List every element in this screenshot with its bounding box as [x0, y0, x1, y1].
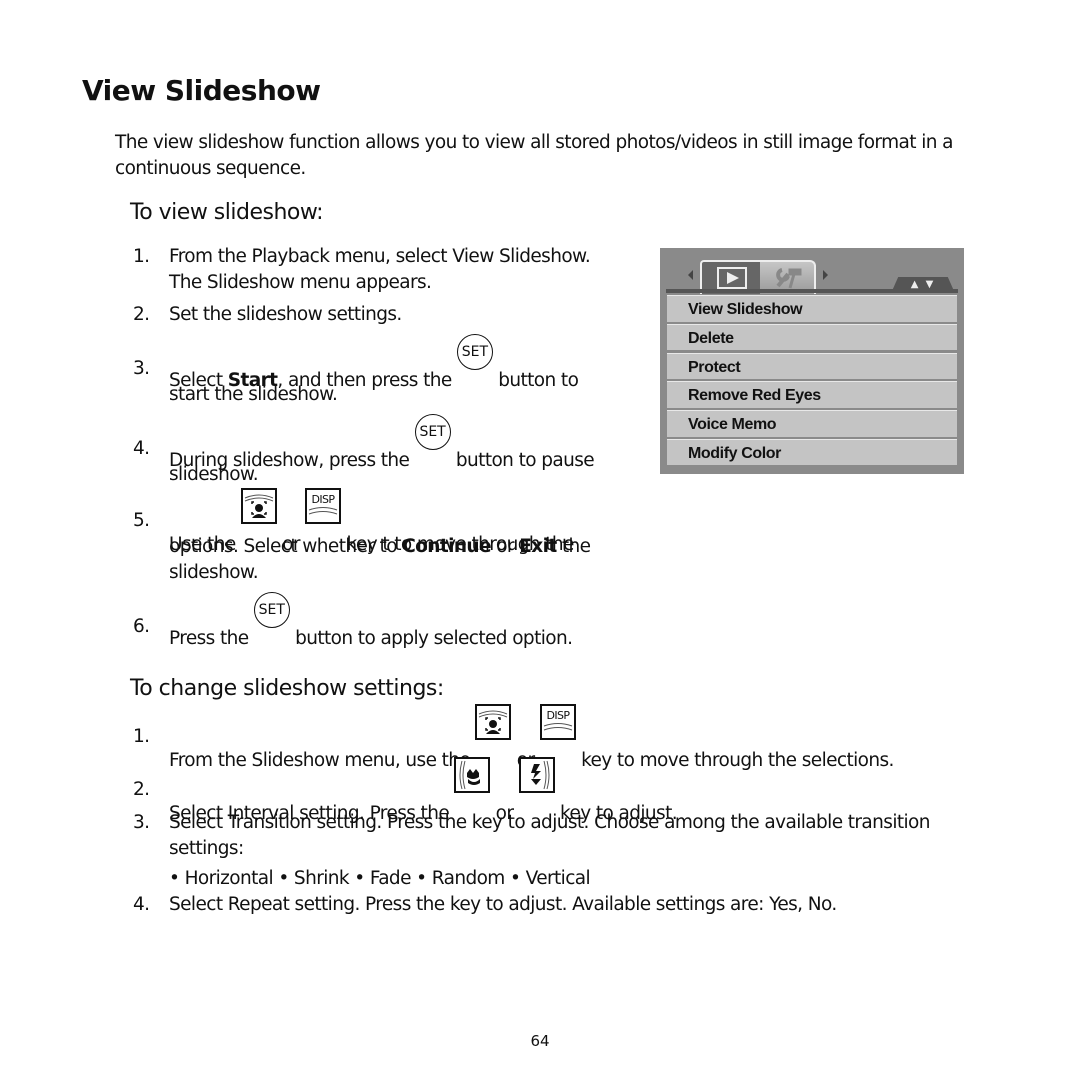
intro-paragraph: The view slideshow function allows you t… [115, 132, 953, 179]
svg-text:DISP: DISP [312, 493, 336, 506]
set-button-icon: SET [414, 414, 451, 450]
set-button-icon: SET [456, 334, 493, 370]
menu-item-protect[interactable]: Protect [667, 352, 957, 380]
disp-key-icon: DISP [539, 704, 576, 740]
menu-item-voice-memo[interactable]: Voice Memo [667, 410, 957, 437]
page-number: 64 [530, 1032, 550, 1050]
tab-left-arrow-icon[interactable] [688, 270, 693, 280]
disp-key-icon: DISP [305, 488, 342, 524]
page-title: View Slideshow [82, 74, 321, 107]
menu-item-delete[interactable]: Delete [667, 323, 957, 351]
flash-key-icon [518, 757, 555, 793]
face-detect-key-icon [240, 488, 277, 524]
menu-item-view-slideshow[interactable]: View Slideshow [667, 295, 957, 322]
tab-right-arrow-icon[interactable] [823, 270, 828, 280]
camera-playback-menu: ▲ ▼ View Slideshow Delete Protect Remove… [660, 248, 964, 474]
transition-options: • Horizontal • Shrink • Fade • Random • … [169, 868, 591, 889]
section-heading-view: To view slideshow: [130, 200, 324, 225]
play-icon [717, 267, 747, 289]
macro-key-icon [454, 757, 491, 793]
wrench-hammer-icon [776, 268, 802, 289]
face-detect-key-icon [475, 704, 512, 740]
svg-text:DISP: DISP [546, 709, 570, 722]
section-heading-change: To change slideshow settings: [130, 676, 444, 701]
menu-item-remove-red-eyes[interactable]: Remove Red Eyes [667, 381, 957, 408]
set-button-icon: SET [253, 592, 290, 628]
menu-item-modify-color[interactable]: Modify Color [667, 438, 957, 466]
